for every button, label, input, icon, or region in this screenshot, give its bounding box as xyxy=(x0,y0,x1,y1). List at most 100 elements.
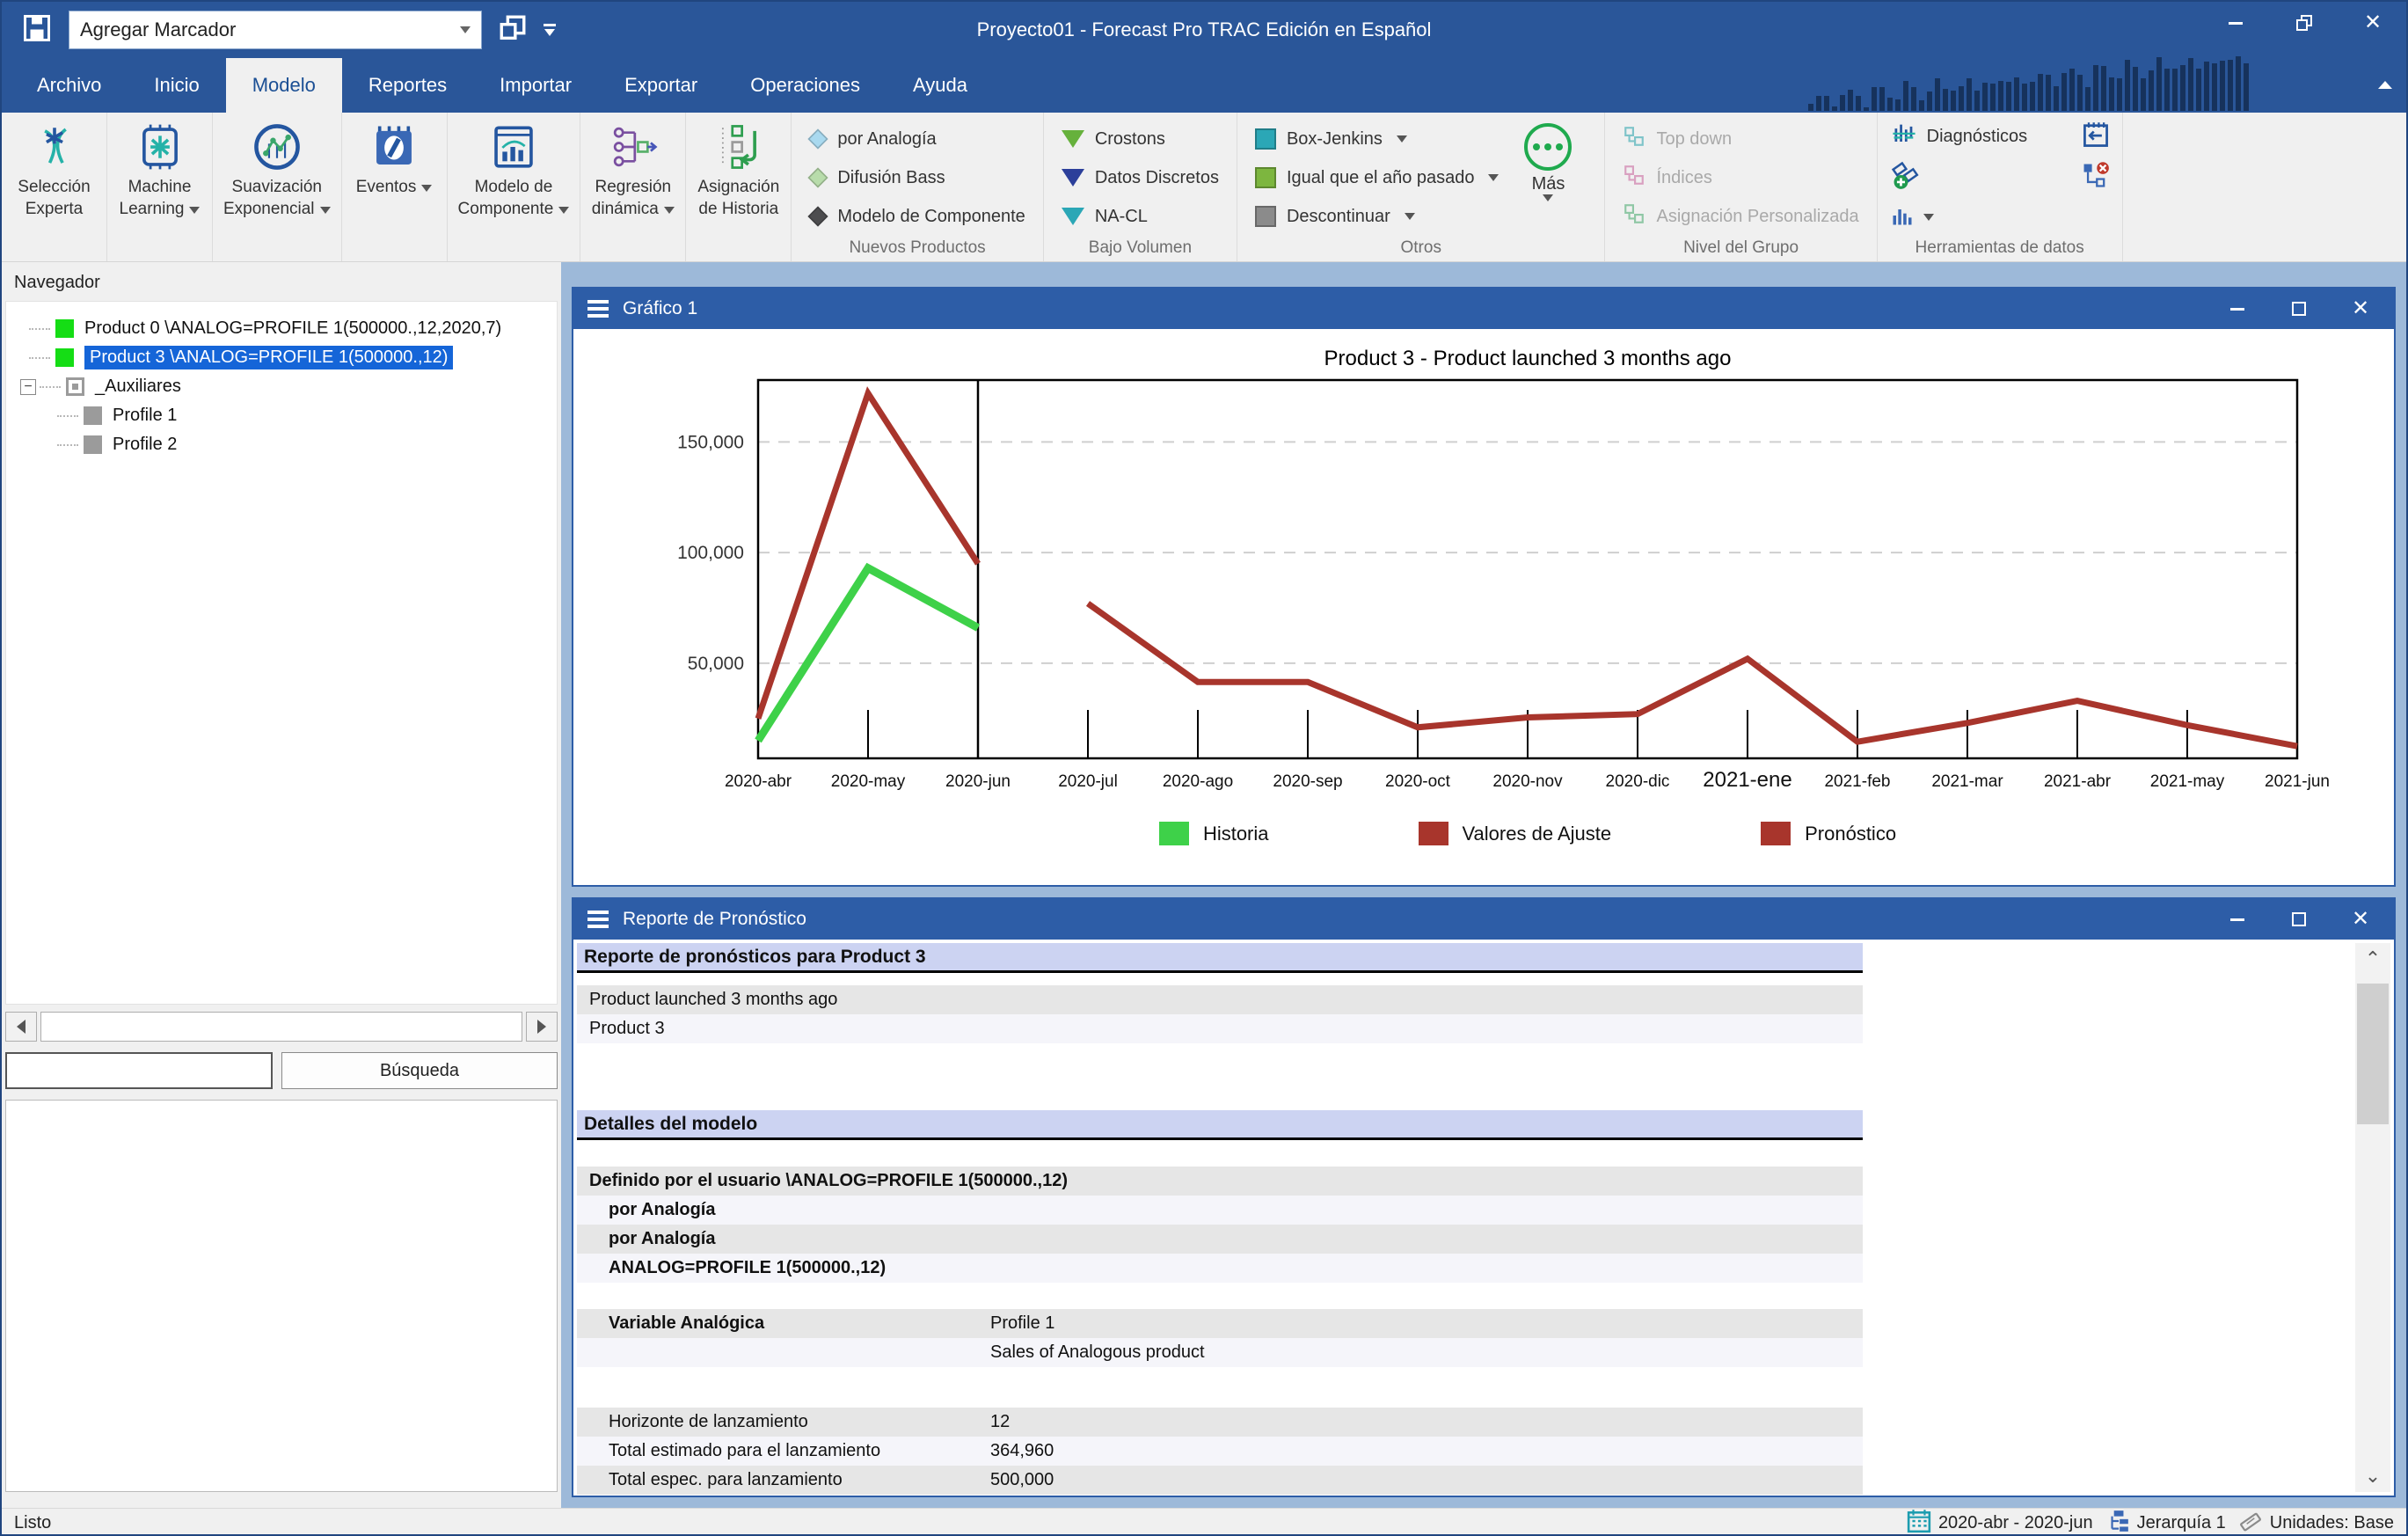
bar-chart-icon[interactable] xyxy=(1890,203,1915,232)
bookmark-combobox[interactable]: Agregar Marcador xyxy=(69,11,482,49)
tab-operaciones[interactable]: Operaciones xyxy=(724,58,887,113)
ribbon-button-eventos[interactable]: Eventos xyxy=(342,113,448,261)
svg-text:2021-feb: 2021-feb xyxy=(1824,772,1890,791)
tree-item[interactable]: − _Auxiliares xyxy=(6,372,557,401)
status-period[interactable]: 2020-abr - 2020-jun xyxy=(1907,1509,2093,1535)
tab-inicio[interactable]: Inicio xyxy=(128,58,225,113)
ribbon-button-label: Selección Experta xyxy=(18,178,91,218)
spark-bar xyxy=(2228,60,2233,111)
scroll-down-icon[interactable]: ⌄ xyxy=(2355,1460,2390,1492)
ribbon-item-por-analog-a[interactable]: por Analogía xyxy=(804,120,1030,158)
seleccion-experta-icon xyxy=(29,118,80,176)
ribbon-button-machine-learning[interactable]: Machine Learning xyxy=(107,113,213,261)
status-units[interactable]: Unidades: Base xyxy=(2238,1509,2394,1535)
ribbon-item--ndices[interactable]: Índices xyxy=(1617,158,1864,197)
ribbon-item-difusi-n-bass[interactable]: Difusión Bass xyxy=(804,158,1030,197)
scrollbar-track[interactable] xyxy=(40,1012,522,1042)
maximize-button[interactable] xyxy=(2287,907,2311,932)
diagnostics-icon[interactable] xyxy=(1890,121,1918,153)
tree-item[interactable]: Product 0 \ANALOG=PROFILE 1(500000.,12,2… xyxy=(6,314,557,343)
ribbon-item-top-down[interactable]: Top down xyxy=(1617,120,1864,158)
diagnostics-label[interactable]: Diagnósticos xyxy=(1927,127,2073,147)
close-button[interactable]: ✕ xyxy=(2361,11,2385,35)
chart-window-titlebar[interactable]: Gráfico 1 ✕ xyxy=(573,289,2394,329)
tab-archivo[interactable]: Archivo xyxy=(11,58,128,113)
chevron-down-icon[interactable] xyxy=(460,26,471,33)
tree-guide xyxy=(29,327,50,330)
horizontal-scrollbar[interactable] xyxy=(5,1012,558,1042)
scroll-up-icon[interactable]: ⌃ xyxy=(2355,943,2390,975)
chart-title: Product 3 - Product launched 3 months ag… xyxy=(1324,347,1732,370)
ribbon-item-box-jenkins[interactable]: Box-Jenkins xyxy=(1250,120,1505,158)
minimize-button[interactable] xyxy=(2223,11,2248,35)
ribbon-button-regresion-dinamica[interactable]: Regresión dinámica xyxy=(580,113,687,261)
spark-bar xyxy=(2109,77,2114,111)
item-label: Crostons xyxy=(1094,128,1165,149)
ribbon-item-na-cl[interactable]: NA-CL xyxy=(1056,197,1224,236)
group-node-icon xyxy=(66,377,84,396)
ribbon-item-modelo-de-componente[interactable]: Modelo de Componente xyxy=(804,197,1030,236)
tab-importar[interactable]: Importar xyxy=(473,58,598,113)
remove-hierarchy-icon[interactable] xyxy=(2080,160,2110,194)
tab-exportar[interactable]: Exportar xyxy=(598,58,724,113)
spark-bar xyxy=(1951,91,1956,111)
tab-ayuda[interactable]: Ayuda xyxy=(887,58,994,113)
maximize-button[interactable] xyxy=(2287,296,2311,321)
item-label: Índices xyxy=(1656,167,1712,187)
search-input[interactable] xyxy=(5,1052,273,1089)
report-row: por Analogía xyxy=(577,1225,1863,1254)
expander-minus-icon[interactable]: − xyxy=(20,378,36,395)
ribbon-item-asignaci-n-personalizada[interactable]: Asignación Personalizada xyxy=(1617,197,1864,236)
spark-bar xyxy=(2156,57,2162,111)
spark-bar xyxy=(1927,91,1932,111)
ribbon-button-asignacion-de-historia[interactable]: Asignación de Historia xyxy=(686,113,792,261)
add-link-icon[interactable] xyxy=(1890,160,1920,194)
search-button[interactable]: Búsqueda xyxy=(281,1052,558,1089)
ribbon-item-crostons[interactable]: Crostons xyxy=(1056,120,1224,158)
tree-item[interactable]: Product 3 \ANALOG=PROFILE 1(500000.,12) xyxy=(6,343,557,372)
square-icon xyxy=(1254,167,1276,188)
spark-bar xyxy=(2085,86,2091,111)
spark-bar xyxy=(2141,77,2146,111)
scrollbar-thumb[interactable] xyxy=(2357,984,2389,1124)
report-row: Sales of Analogous product xyxy=(577,1338,1863,1367)
save-icon[interactable] xyxy=(21,12,53,48)
chevron-down-icon xyxy=(1543,194,1554,201)
mas-button[interactable]: Más xyxy=(1504,120,1592,236)
restore-button[interactable] xyxy=(2292,11,2317,35)
close-button[interactable]: ✕ xyxy=(2348,296,2373,321)
chart-window-title: Gráfico 1 xyxy=(623,298,698,318)
scroll-right-icon[interactable] xyxy=(526,1012,558,1042)
calendar-shift-icon[interactable] xyxy=(2082,121,2110,153)
report-window-titlebar[interactable]: Reporte de Pronóstico ✕ xyxy=(573,899,2394,940)
minimize-button[interactable] xyxy=(2225,907,2250,932)
report-row: Variable Analógica Profile 1 xyxy=(577,1309,1863,1338)
collapse-ribbon-icon[interactable] xyxy=(2378,81,2392,89)
ribbon-button-seleccion-experta[interactable]: Selección Experta xyxy=(2,113,107,261)
tree-item[interactable]: Profile 1 xyxy=(6,401,557,430)
tab-modelo[interactable]: Modelo xyxy=(225,58,342,113)
vertical-scrollbar[interactable]: ⌃ ⌄ xyxy=(2355,943,2390,1492)
scroll-left-icon[interactable] xyxy=(5,1012,37,1042)
ribbon-item-datos-discretos[interactable]: Datos Discretos xyxy=(1056,158,1224,197)
ribbon-item-igual-que-el-a-o-pasado[interactable]: Igual que el año pasado xyxy=(1250,158,1505,197)
units-tag-icon xyxy=(2238,1509,2263,1535)
report-row: ANALOG=PROFILE 1(500000.,12) xyxy=(577,1254,1863,1283)
minimize-button[interactable] xyxy=(2225,296,2250,321)
close-button[interactable]: ✕ xyxy=(2348,907,2373,932)
tree-item[interactable]: Profile 2 xyxy=(6,430,557,459)
group-nivel-del-grupo: Top down Índices Asignación Personalizada … xyxy=(1605,113,1878,261)
spark-bar xyxy=(1895,99,1901,111)
window-menu-icon[interactable] xyxy=(587,911,609,928)
window-menu-icon[interactable] xyxy=(587,300,609,318)
ribbon-item-descontinuar[interactable]: Descontinuar xyxy=(1250,197,1505,236)
ribbon-button-suavizacion-exponencial[interactable]: Suavización Exponencial xyxy=(213,113,342,261)
toolbar-options-icon[interactable] xyxy=(544,24,556,36)
status-hierarchy[interactable]: Jerarquía 1 xyxy=(2105,1509,2226,1535)
navigator-panel: Navegador Product 0 \ANALOG=PROFILE 1(50… xyxy=(2,262,561,1508)
chevron-down-icon[interactable] xyxy=(1923,214,1934,221)
tab-reportes[interactable]: Reportes xyxy=(342,58,473,113)
group-herramientas-de-datos: Diagnósticos Herramientas de datos xyxy=(1878,113,2123,261)
switch-windows-icon[interactable] xyxy=(498,13,528,48)
ribbon-button-modelo-de-componente[interactable]: Modelo de Componente xyxy=(448,113,581,261)
